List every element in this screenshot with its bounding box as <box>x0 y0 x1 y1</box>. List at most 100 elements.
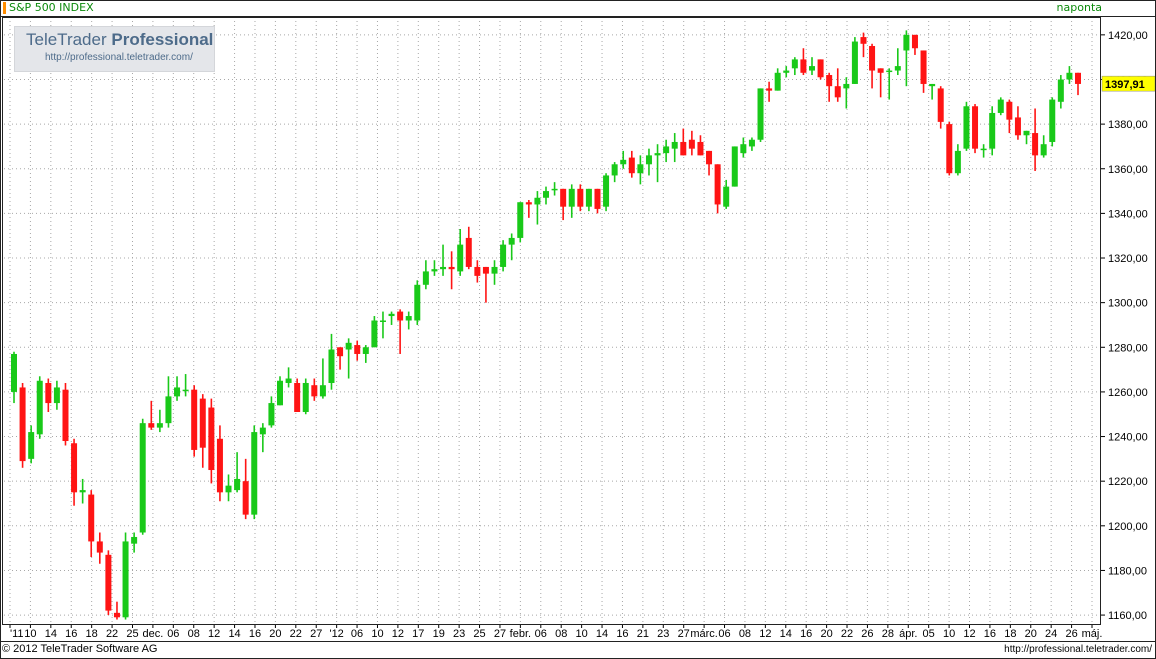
candle-body <box>851 41 858 84</box>
x-tick-label: 17 <box>412 628 424 640</box>
y-tick-label: 1260,00 <box>1108 387 1148 399</box>
candle-body <box>997 99 1004 113</box>
candle-body <box>577 188 584 207</box>
candle-body <box>989 112 996 149</box>
x-tick-label: 27 <box>494 628 506 640</box>
x-tick-label: 08 <box>739 628 751 640</box>
candle-body <box>834 86 841 98</box>
candle-body <box>431 269 438 272</box>
candle <box>783 66 790 78</box>
candle-body <box>611 164 618 176</box>
candle-body <box>122 541 129 618</box>
candle-body <box>53 387 60 404</box>
x-tick-label: 16 <box>984 628 996 640</box>
candle <box>285 367 292 388</box>
x-tick-label: 10 <box>575 628 587 640</box>
x-tick-label: 19 <box>433 628 445 640</box>
candle <box>491 260 498 285</box>
y-tick-label: 1180,00 <box>1108 565 1147 577</box>
x-tick-label: 25 <box>473 628 485 640</box>
candle-body <box>740 144 747 154</box>
candle-body <box>440 266 447 270</box>
x-tick-label: 26 <box>861 628 873 640</box>
candle <box>277 376 283 406</box>
candle-body <box>791 59 798 69</box>
x-tick-label: ápr. <box>899 628 917 640</box>
candle-body <box>525 202 532 205</box>
candle-body <box>1014 117 1021 136</box>
candle <box>989 106 996 156</box>
x-tick-label: 12 <box>392 628 404 640</box>
footer-url[interactable]: http://professional.teletrader.com/ <box>1004 644 1152 655</box>
candle-body <box>560 188 567 207</box>
candle-body <box>79 490 86 493</box>
candle-body <box>894 66 901 71</box>
candle-body <box>620 159 627 165</box>
candle <box>174 376 181 401</box>
candle-body <box>96 541 103 553</box>
candle-body <box>645 155 652 165</box>
candle <box>422 260 429 290</box>
candle <box>448 251 455 290</box>
candle <box>251 425 258 520</box>
candle <box>474 260 481 283</box>
candle <box>843 77 850 109</box>
candle <box>637 155 644 185</box>
x-axis: '11 10 14 16 18 22 25 dec. 06 08 12 14 16 20 22 27'12 06… <box>9 624 1103 640</box>
candle <box>465 226 472 270</box>
x-tick-label: 12 <box>963 628 975 640</box>
candle <box>1032 108 1039 171</box>
candle <box>337 347 344 370</box>
candle-body <box>826 75 833 87</box>
candle <box>740 137 747 158</box>
candle <box>354 340 361 361</box>
candle-body <box>45 382 52 404</box>
candle-body <box>963 106 970 149</box>
candle <box>139 418 146 535</box>
candle <box>216 425 223 502</box>
candle-body <box>405 316 412 321</box>
candle <box>869 43 876 89</box>
candle <box>71 438 78 506</box>
y-tick-label: 1380,00 <box>1108 119 1148 131</box>
y-tick-label: 1240,00 <box>1108 432 1148 444</box>
candle-body <box>62 389 69 442</box>
candle-body <box>148 423 155 428</box>
candle-body <box>36 380 43 435</box>
x-tick-label: 12 <box>759 628 771 640</box>
candle-body <box>465 237 472 267</box>
candle <box>585 188 592 212</box>
candle-body <box>182 389 189 392</box>
candle <box>388 311 395 325</box>
plot-border <box>2 17 1101 625</box>
candle-body <box>954 150 961 174</box>
candle <box>877 68 884 98</box>
x-tick-label: 16 <box>249 628 261 640</box>
candle <box>45 378 52 412</box>
candle <box>551 182 558 196</box>
x-tick-label: 23 <box>657 628 669 640</box>
candle <box>628 150 635 178</box>
candle-body <box>165 396 172 424</box>
candle <box>748 137 755 151</box>
candle-body <box>131 536 138 544</box>
candle <box>851 37 858 84</box>
x-tick-label: 26 <box>1065 628 1077 640</box>
x-tick-label: 28 <box>882 628 894 640</box>
candle <box>122 532 129 620</box>
candle <box>208 398 215 484</box>
candle-body <box>457 244 464 272</box>
x-tick-label: 14 <box>228 628 240 640</box>
candle <box>972 104 979 154</box>
candle <box>911 34 918 55</box>
candle <box>671 133 678 163</box>
candle-body <box>903 34 910 51</box>
teletrader-watermark: TeleTrader Professional http://professio… <box>14 26 215 72</box>
x-tick-label: máj. <box>1082 628 1103 640</box>
price-chart[interactable]: 1160,00 1180,00 1200,00 1220,00 1240,00 1260,… <box>0 0 1156 659</box>
candle-body <box>362 347 369 354</box>
candle-body <box>869 46 876 71</box>
candle-body <box>448 266 455 270</box>
candle-body <box>259 427 266 435</box>
candle-body <box>474 266 481 276</box>
